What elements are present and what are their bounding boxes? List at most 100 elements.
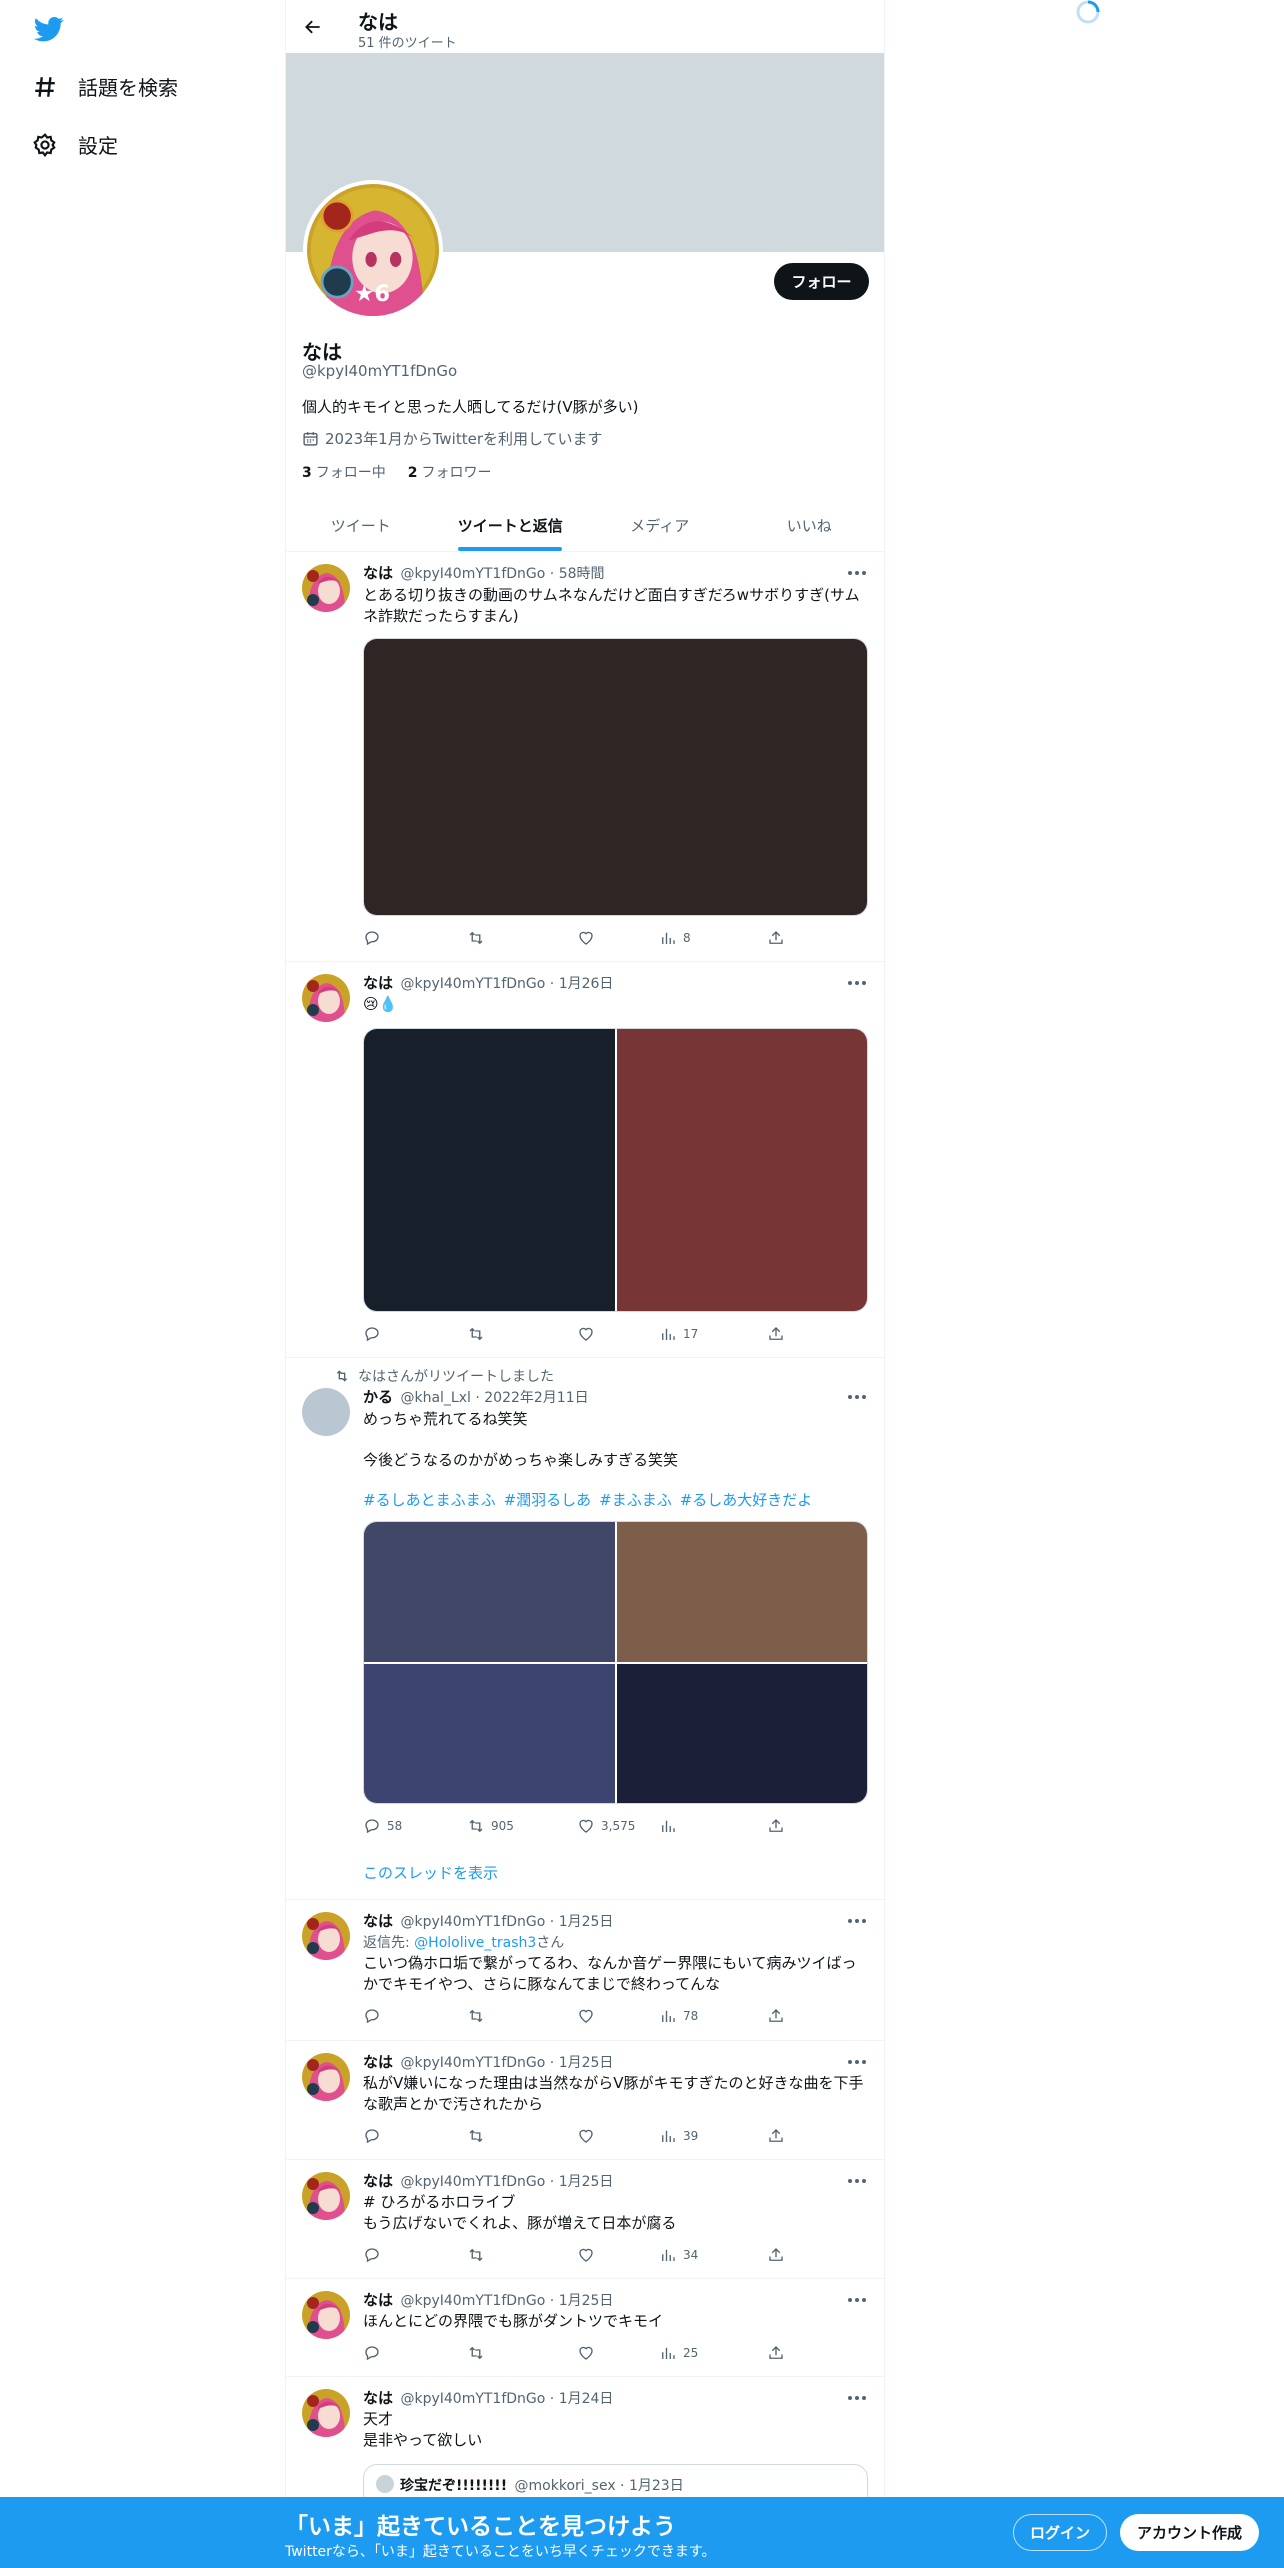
more-options-icon[interactable] xyxy=(846,2174,868,2188)
tweet[interactable]: なは @kpyI40mYT1fDnGo · 58時間 とある切り抜きの動画のサム… xyxy=(286,552,884,962)
avatar[interactable] xyxy=(302,2053,350,2101)
views-button[interactable]: 17 xyxy=(659,1325,698,1343)
tweet-handle[interactable]: @kpyI40mYT1fDnGo xyxy=(400,566,545,582)
avatar[interactable] xyxy=(302,974,350,1022)
retweet-button[interactable]: 905 xyxy=(467,1817,514,1835)
hashtag-link[interactable]: #まふまふ xyxy=(599,1489,672,1510)
like-button[interactable] xyxy=(577,2344,595,2362)
more-options-icon[interactable] xyxy=(846,2293,868,2307)
hashtag-link[interactable]: #潤羽るしあ xyxy=(504,1489,592,1510)
tweet-author[interactable]: かる xyxy=(363,1388,393,1406)
views-button[interactable] xyxy=(659,1817,677,1835)
reply-button[interactable] xyxy=(363,2007,381,2025)
retweet-label[interactable]: なはさんがリツイートしました xyxy=(358,1366,554,1386)
share-button[interactable] xyxy=(767,1817,785,1835)
more-options-icon[interactable] xyxy=(846,1914,868,1928)
nav-settings[interactable]: 設定 xyxy=(32,130,118,159)
tweet[interactable]: なは @kpyI40mYT1fDnGo · 1月26日 😢💧 17 xyxy=(286,962,884,1358)
views-button[interactable]: 34 xyxy=(659,2246,698,2264)
retweet[interactable]: なはさんがリツイートしました かる @khal_Lxl · 2022年2月11日… xyxy=(286,1358,884,1900)
like-button[interactable] xyxy=(577,2007,595,2025)
tab-tweets[interactable]: ツイート xyxy=(286,500,436,551)
avatar[interactable] xyxy=(302,2291,350,2339)
like-button[interactable]: 3,575 xyxy=(577,1817,635,1835)
views-button[interactable]: 8 xyxy=(659,929,691,947)
nav-explore[interactable]: 話題を検索 xyxy=(32,72,178,101)
media-image[interactable] xyxy=(364,1522,615,1662)
media-image[interactable] xyxy=(364,639,867,915)
share-button[interactable] xyxy=(767,1325,785,1343)
reply-button[interactable] xyxy=(363,929,381,947)
like-button[interactable] xyxy=(577,1325,595,1343)
reply-button[interactable]: 58 xyxy=(363,1817,402,1835)
tweet-author[interactable]: なは xyxy=(363,1912,393,1930)
media-image[interactable] xyxy=(617,1522,867,1662)
more-options-icon[interactable] xyxy=(846,1390,868,1404)
tweet-author[interactable]: なは xyxy=(363,2053,393,2071)
twitter-logo-icon[interactable] xyxy=(32,14,66,44)
share-button[interactable] xyxy=(767,2007,785,2025)
hashtag-link[interactable]: #るしあ大好きだよ xyxy=(680,1489,813,1510)
tweet[interactable]: なは @kpyI40mYT1fDnGo · 1月25日 返信先: @Hololi… xyxy=(286,1900,884,2041)
tweet-time[interactable]: 2022年2月11日 xyxy=(484,1390,588,1406)
avatar[interactable] xyxy=(302,2172,350,2220)
retweet-button[interactable] xyxy=(467,929,485,947)
more-options-icon[interactable] xyxy=(846,2055,868,2069)
profile-avatar[interactable]: ★6 xyxy=(303,180,443,320)
reply-button[interactable] xyxy=(363,2344,381,2362)
following-link[interactable]: 3 フォロー中 xyxy=(302,462,386,482)
avatar[interactable] xyxy=(302,2389,350,2437)
media-image[interactable] xyxy=(617,1029,867,1311)
views-button[interactable]: 25 xyxy=(659,2344,698,2362)
back-button[interactable] xyxy=(298,12,328,42)
media-image[interactable] xyxy=(364,1029,615,1311)
tweet-time[interactable]: 1月25日 xyxy=(559,1914,614,1930)
avatar-default[interactable] xyxy=(302,1388,350,1436)
retweet-button[interactable] xyxy=(467,1325,485,1343)
tweet-author[interactable]: なは xyxy=(363,2291,393,2309)
tweet-handle[interactable]: @kpyI40mYT1fDnGo xyxy=(400,2391,545,2407)
tweet-time[interactable]: 1月25日 xyxy=(559,2055,614,2071)
tweet-handle[interactable]: @kpyI40mYT1fDnGo xyxy=(400,2055,545,2071)
tweet-handle[interactable]: @kpyI40mYT1fDnGo xyxy=(400,2293,545,2309)
share-button[interactable] xyxy=(767,2127,785,2145)
followers-link[interactable]: 2 フォロワー xyxy=(408,462,492,482)
hashtag-link[interactable]: #るしあとまふまふ xyxy=(363,1489,496,1510)
more-options-icon[interactable] xyxy=(846,976,868,990)
tweet-handle[interactable]: @kpyI40mYT1fDnGo xyxy=(400,1914,545,1930)
tweet-handle[interactable]: @khal_Lxl xyxy=(400,1390,470,1406)
tweet-author[interactable]: なは xyxy=(363,974,393,992)
reply-mention-link[interactable]: @Hololive_trash3 xyxy=(414,1935,536,1951)
signup-button[interactable]: アカウント作成 xyxy=(1120,2514,1259,2551)
media-image[interactable] xyxy=(364,1664,615,1803)
reply-button[interactable] xyxy=(363,1325,381,1343)
tweet-time[interactable]: 1月26日 xyxy=(559,976,614,992)
reply-button[interactable] xyxy=(363,2246,381,2264)
share-button[interactable] xyxy=(767,2344,785,2362)
tab-media[interactable]: メディア xyxy=(585,500,735,551)
tweet-time[interactable]: 58時間 xyxy=(559,566,605,582)
tweet-media[interactable] xyxy=(363,638,868,916)
share-button[interactable] xyxy=(767,929,785,947)
tweet[interactable]: なは @kpyI40mYT1fDnGo · 1月25日 私がV嫌いになった理由は… xyxy=(286,2041,884,2160)
media-image[interactable] xyxy=(617,1664,867,1803)
tweet-handle[interactable]: @kpyI40mYT1fDnGo xyxy=(400,976,545,992)
tweet-time[interactable]: 1月25日 xyxy=(559,2174,614,2190)
tweet-author[interactable]: なは xyxy=(363,2389,393,2407)
tab-tweets-and-replies[interactable]: ツイートと返信 xyxy=(436,500,586,551)
tweet-media[interactable] xyxy=(363,1028,868,1312)
more-options-icon[interactable] xyxy=(846,566,868,580)
show-thread-link[interactable]: このスレッドを表示 xyxy=(363,1862,498,1883)
tweet-time[interactable]: 1月25日 xyxy=(559,2293,614,2309)
retweet-button[interactable] xyxy=(467,2127,485,2145)
retweet-button[interactable] xyxy=(467,2344,485,2362)
tweet-author[interactable]: なは xyxy=(363,564,393,582)
reply-button[interactable] xyxy=(363,2127,381,2145)
like-button[interactable] xyxy=(577,929,595,947)
login-button[interactable]: ログイン xyxy=(1013,2514,1107,2551)
tweet-media[interactable] xyxy=(363,1521,868,1804)
tweet[interactable]: なは @kpyI40mYT1fDnGo · 1月25日 ほんとにどの界隈でも豚が… xyxy=(286,2279,884,2377)
tab-likes[interactable]: いいね xyxy=(735,500,885,551)
avatar[interactable] xyxy=(302,1912,350,1960)
retweet-button[interactable] xyxy=(467,2246,485,2264)
